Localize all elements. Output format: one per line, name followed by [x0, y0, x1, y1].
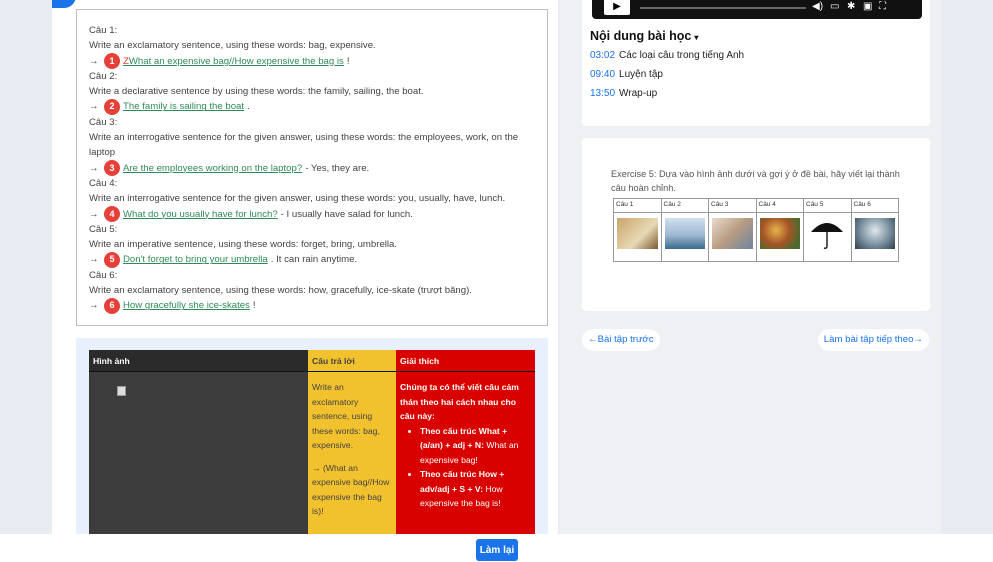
answer-row: → 4 What do you usually have for lunch? …	[89, 206, 535, 223]
answer-tail: - I usually have salad for lunch.	[280, 208, 413, 220]
explain-column: Giải thích Chúng ta có thể viết câu cảm …	[396, 350, 535, 534]
arrow-icon: →	[89, 162, 99, 174]
explain-bullet: Theo cấu trúc How + adv/adj + S + V: How…	[420, 467, 531, 511]
question-label: Câu 2:	[89, 70, 118, 82]
picture-table: Câu 1 Câu 2 Câu 3 Câu 4 Câu 5 Câu 6	[613, 198, 899, 262]
picture-cell: Câu 3	[708, 199, 756, 261]
arrow-icon: →	[89, 208, 99, 220]
question-label: Câu 4:	[89, 177, 118, 189]
answer-row: → 1 ZWhat an expensive bag//How expensiv…	[89, 53, 535, 70]
arrow-icon: →	[89, 101, 99, 113]
question-prompt: Write a declarative sentence by using th…	[89, 86, 424, 98]
umbrella-image	[807, 218, 848, 249]
answer-row: → 2 The family is sailing the boat .	[89, 99, 535, 116]
answer-link[interactable]: ZWhat an expensive bag//How expensive th…	[123, 54, 344, 69]
gear-icon[interactable]: ✱	[847, 1, 855, 12]
answer-prompt: Write an exclamatory sentence, using the…	[312, 382, 380, 450]
answer-tail: !	[252, 300, 256, 312]
answer-link[interactable]: Don't forget to bring your umbrella	[123, 252, 268, 267]
video-controls: ▶ ◀) ▭ ✱ ▣ ⛶	[592, 0, 922, 19]
seek-bar[interactable]	[640, 7, 806, 9]
sailboat-image	[664, 218, 705, 249]
answer-tail: .	[247, 101, 250, 113]
question-prompt: Write an interrogative sentence for the …	[89, 193, 506, 205]
answer-row: → 6 How gracefully she ice-skates !	[89, 298, 535, 314]
exercise-panel: Câu 1: Write an exclamatory sentence, us…	[52, 0, 558, 534]
image-header: Hình ảnh	[89, 350, 308, 372]
volume-icon[interactable]: ◀)	[812, 1, 823, 12]
arrow-icon: →	[89, 254, 99, 266]
exercise5-instructions: Exercise 5: Dựa vào hình ảnh dưới và gợi…	[611, 169, 900, 193]
picture-cell: Câu 5	[803, 199, 851, 261]
explain-header: Giải thích	[396, 350, 535, 372]
redo-button[interactable]: Làm lại	[476, 539, 518, 561]
toc-item[interactable]: 13:50 Wrap-up	[590, 88, 657, 99]
chevron-down-icon: ▾	[694, 33, 699, 42]
ice-skater-image	[854, 218, 895, 249]
explain-bullet: Theo cấu trúc What + (a/an) + adj + N: W…	[420, 424, 531, 468]
answer-row: → 5 Don't forget to bring your umbrella …	[89, 252, 535, 269]
exercise-answers-box: Câu 1: Write an exclamatory sentence, us…	[76, 9, 548, 326]
answer-cell: Write an exclamatory sentence, using the…	[308, 372, 396, 519]
question-number-badge: 4	[104, 206, 120, 223]
prev-exercise-button[interactable]: ←Bài tập trước	[582, 329, 660, 351]
question-number-badge: 5	[104, 252, 120, 269]
arrow-icon: →	[89, 55, 99, 67]
captions-icon[interactable]: ▭	[830, 1, 839, 12]
explain-intro: Chúng ta có thể viết câu cảm thán theo h…	[400, 382, 519, 421]
answer-tail: . It can rain anytime.	[270, 254, 358, 266]
bag-image	[617, 218, 658, 249]
question-label: Câu 3:	[89, 116, 118, 128]
answer-tail: - Yes, they are.	[305, 162, 370, 174]
answer-link[interactable]: What do you usually have for lunch?	[123, 207, 278, 222]
employees-image	[712, 218, 753, 249]
question-prompt: Write an exclamatory sentence, using the…	[89, 285, 472, 297]
broken-image-icon	[117, 386, 126, 396]
sidebar: ▶ ◀) ▭ ✱ ▣ ⛶ Nội dung bài học ▾ 03:02 Các …	[560, 0, 941, 534]
picture-cell: Câu 1	[614, 199, 661, 261]
question-label: Câu 1:	[89, 25, 118, 36]
image-column: Hình ảnh	[89, 350, 308, 534]
fullscreen-icon[interactable]: ⛶	[879, 1, 886, 12]
answer-link[interactable]: The family is sailing the boat	[123, 99, 244, 114]
explanation-panel: Hình ảnh Câu trả lời Write an exclamator…	[76, 338, 548, 534]
question-number-badge: 1	[104, 53, 120, 70]
answer-row: → 3 Are the employees working on the lap…	[89, 160, 535, 177]
answer-solution: → (What an expensive bag//How expensive …	[312, 462, 390, 517]
question-prompt: Write an imperative sentence, using thes…	[89, 239, 398, 251]
lesson-content-title[interactable]: Nội dung bài học ▾	[590, 29, 698, 43]
picture-cell: Câu 4	[755, 199, 803, 261]
explain-list: Theo cấu trúc What + (a/an) + adj + N: W…	[420, 424, 531, 511]
answer-column: Câu trả lời Write an exclamatory sentenc…	[308, 350, 396, 534]
picture-cell: Câu 6	[850, 199, 898, 261]
question-number-badge: 3	[104, 160, 120, 177]
answer-link[interactable]: Are the employees working on the laptop?	[123, 161, 302, 176]
question-number-badge: 2	[104, 99, 120, 116]
play-button[interactable]: ▶	[604, 0, 630, 15]
arrow-icon: →	[89, 300, 99, 312]
question-label: Câu 6:	[89, 269, 118, 281]
question-label: Câu 5:	[89, 223, 118, 235]
toc-item[interactable]: 03:02 Các loại câu trong tiếng Anh	[590, 50, 744, 61]
question-number-badge: 6	[104, 298, 120, 314]
next-exercise-button[interactable]: Làm bài tập tiếp theo→	[817, 329, 929, 351]
answer-header: Câu trả lời	[308, 350, 396, 372]
explain-cell: Chúng ta có thể viết câu cảm thán theo h…	[396, 372, 535, 511]
toc-item[interactable]: 09:40 Luyện tập	[590, 69, 663, 80]
exercise5-card: Exercise 5: Dựa vào hình ảnh dưới và gợi…	[582, 138, 930, 311]
answer-tail: !	[346, 55, 350, 67]
lunch-image	[759, 218, 800, 249]
explanation-table: Hình ảnh Câu trả lời Write an exclamator…	[89, 350, 535, 534]
picture-cell: Câu 2	[660, 199, 708, 261]
question-prompt: Write an interrogative sentence for the …	[89, 132, 519, 159]
answer-link[interactable]: How gracefully she ice-skates	[123, 298, 250, 313]
lesson-card: ▶ ◀) ▭ ✱ ▣ ⛶ Nội dung bài học ▾ 03:02 Các …	[582, 0, 930, 126]
question-prompt: Write an exclamatory sentence, using the…	[89, 40, 376, 52]
miniplayer-icon[interactable]: ▣	[863, 1, 872, 12]
